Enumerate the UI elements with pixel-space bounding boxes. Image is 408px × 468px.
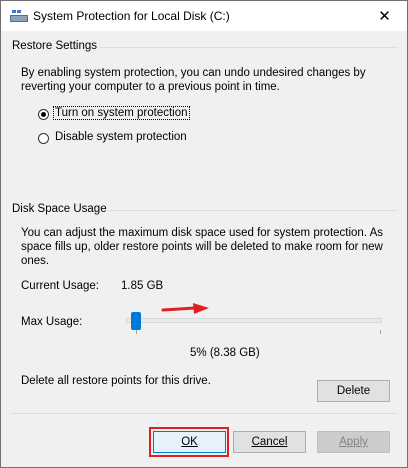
disable-radio[interactable]	[38, 133, 49, 144]
slider-track	[126, 318, 382, 323]
delete-description: Delete all restore points for this drive…	[21, 375, 211, 387]
slider-ticks	[126, 330, 382, 334]
max-usage-label: Max Usage:	[21, 316, 83, 328]
title-bar[interactable]: System Protection for Local Disk (C:) ✕	[1, 1, 407, 31]
current-usage-value: 1.85 GB	[121, 280, 164, 292]
ok-annotation-box	[149, 427, 229, 457]
system-protection-dialog: System Protection for Local Disk (C:) ✕ …	[0, 0, 408, 468]
max-usage-value: 5% (8.38 GB)	[190, 347, 260, 359]
restore-description-line2: reverting your computer to a previous po…	[21, 81, 280, 93]
disk-drive-icon	[10, 10, 28, 22]
apply-button[interactable]: Apply	[317, 431, 390, 453]
window-title: System Protection for Local Disk (C:)	[33, 9, 230, 23]
disk-space-label: Disk Space Usage	[10, 203, 109, 215]
slider-thumb[interactable]	[131, 312, 141, 330]
disk-description-line2: space fills up, older restore points wil…	[21, 241, 383, 253]
restore-settings-label: Restore Settings	[10, 40, 100, 52]
cancel-button[interactable]: Cancel	[233, 431, 306, 453]
current-usage-label: Current Usage:	[21, 280, 99, 292]
delete-button[interactable]: Delete	[317, 380, 390, 402]
disk-description-line1: You can adjust the maximum disk space us…	[21, 227, 384, 239]
close-button[interactable]: ✕	[362, 1, 407, 31]
disable-label[interactable]: Disable system protection	[55, 131, 187, 143]
restore-description-line1: By enabling system protection, you can u…	[21, 67, 366, 79]
max-usage-slider[interactable]	[126, 310, 382, 334]
disk-description-line3: ones.	[21, 255, 50, 267]
turn-on-label[interactable]: Turn on system protection	[53, 106, 190, 120]
bottom-divider	[10, 413, 398, 414]
turn-on-radio[interactable]	[38, 109, 49, 120]
close-icon: ✕	[378, 8, 391, 25]
